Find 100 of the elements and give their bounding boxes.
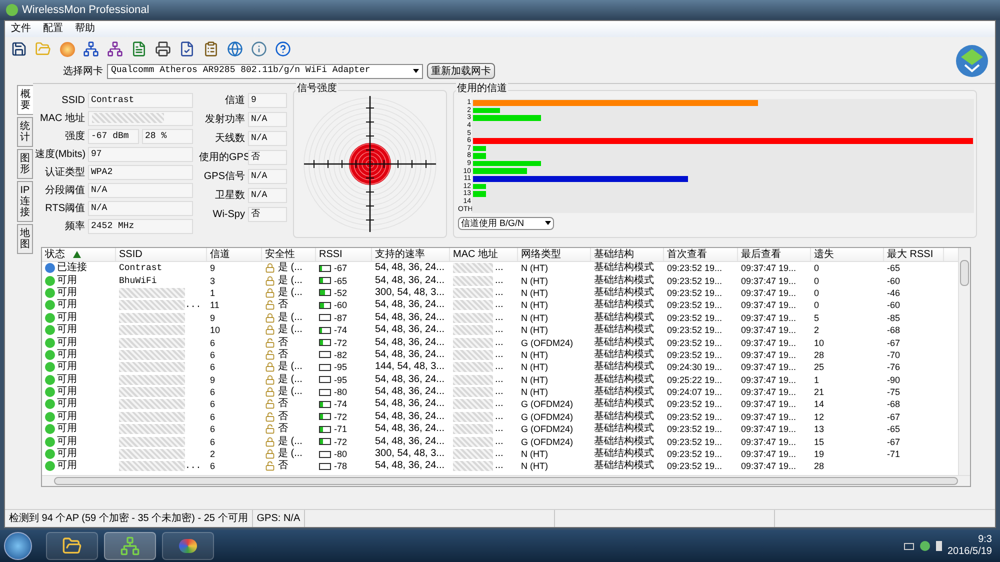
table-cell: 09:23:52 19... bbox=[667, 348, 722, 361]
column-header[interactable]: 最大 RSSI bbox=[884, 248, 944, 261]
scrollbar-thumb[interactable] bbox=[54, 477, 958, 485]
table-cell: -70 bbox=[887, 348, 900, 361]
table-cell: 基础结构模式 bbox=[594, 274, 654, 287]
table-row[interactable]: 可用 BhuWiFi 3 是 (... -65 54, 48, 36, 24... ... N (HT) 基础结构模式 09:23:52 19... 09:37:47 19... 0 -60 bbox=[42, 274, 958, 287]
table-cell: 否 bbox=[278, 410, 288, 423]
table-cell: 6 bbox=[210, 336, 216, 349]
info-icon bbox=[251, 41, 267, 57]
column-header[interactable]: 遗失 bbox=[811, 248, 884, 261]
menu-item[interactable]: 配置 bbox=[37, 22, 69, 36]
column-header[interactable]: MAC 地址 bbox=[450, 248, 518, 261]
table-cell: 可用 bbox=[57, 324, 77, 336]
column-header[interactable]: 网络类型 bbox=[518, 248, 591, 261]
table-cell: -87 bbox=[334, 312, 348, 324]
table-cell: ... bbox=[495, 374, 504, 386]
redacted-block bbox=[453, 312, 493, 323]
side-tab[interactable]: 概要 bbox=[17, 85, 33, 115]
table-cell: 54, 48, 36, 24... bbox=[375, 398, 444, 410]
channel-filter-dropdown[interactable]: 信道使用 B/G/N bbox=[458, 216, 554, 230]
column-header[interactable]: 支持的速率 bbox=[372, 248, 450, 261]
table-row[interactable]: 可用 6 是 (... -72 54, 48, 36, 24... ... G (OFDM24) 基础结构模式 09:23:52 19... 09:37:47 19... 15 -67 bbox=[42, 435, 958, 448]
scrollbar-thumb[interactable] bbox=[960, 260, 969, 286]
toolbar-button[interactable] bbox=[81, 39, 101, 59]
table-cell: 54, 48, 36, 24... bbox=[375, 324, 444, 336]
table-cell: 基础结构模式 bbox=[594, 336, 654, 349]
table-cell: -65 bbox=[887, 423, 900, 436]
table-row[interactable]: 可用 6 否 -74 54, 48, 36, 24... ... G (OFDM24) 基础结构模式 09:23:52 19... 09:37:47 19... 14 -68 bbox=[42, 398, 958, 411]
toolbar-button[interactable] bbox=[105, 39, 125, 59]
printer-icon bbox=[155, 41, 171, 57]
side-tab[interactable]: 图形 bbox=[17, 149, 33, 179]
value-field: N/A bbox=[248, 168, 287, 184]
table-row[interactable]: 已连接 Contrast 9 是 (... -67 54, 48, 36, 24... ... N (HT) 基础结构模式 09:23:52 19... 09:37:47 19... 0 -65 bbox=[42, 262, 958, 274]
table-row[interactable]: 可用 6 是 (... -95 144, 54, 48, 3... ... N (HT) 基础结构模式 09:24:30 19... 09:37:47 19... 25 -76 bbox=[42, 361, 958, 374]
table-row[interactable]: 可用 6 否 -82 54, 48, 36, 24... ... N (HT) 基础结构模式 09:23:52 19... 09:37:47 19... 28 -70 bbox=[42, 348, 958, 362]
table-row[interactable]: 可用 9 是 (... -95 54, 48, 36, 24... ... N (HT) 基础结构模式 09:25:22 19... 09:37:47 19... 1 -90 bbox=[42, 374, 958, 386]
table-cell: 1 bbox=[814, 374, 820, 386]
globe-icon bbox=[227, 41, 243, 57]
table-cell: 是 (... bbox=[278, 361, 302, 374]
redacted-block bbox=[453, 374, 493, 385]
reload-adapter-button[interactable]: 重新加载网卡 bbox=[427, 63, 495, 79]
table-cell: 基础结构模式 bbox=[594, 299, 654, 312]
column-header[interactable]: 信道 bbox=[207, 248, 262, 261]
field-label: MAC 地址 bbox=[39, 112, 85, 126]
table-cell: 是 (... bbox=[278, 274, 302, 287]
table-cell: 2 bbox=[814, 324, 820, 336]
column-header[interactable]: 首次查看 bbox=[664, 248, 738, 261]
table-cell: N (HT) bbox=[521, 312, 548, 324]
caret-icon bbox=[413, 69, 419, 73]
table-row[interactable]: 可用 ... 6 否 -78 54, 48, 36, 24... ... N (HT) 基础结构模式 09:23:52 19... 09:37:47 19... 28 bbox=[42, 460, 958, 473]
table-row[interactable]: 可用 6 否 -72 54, 48, 36, 24... ... G (OFDM24) 基础结构模式 09:23:52 19... 09:37:47 19... 10 -67 bbox=[42, 336, 958, 349]
table-cell: 11 bbox=[210, 299, 220, 312]
table-cell: 13 bbox=[814, 423, 824, 436]
toolbar-button[interactable] bbox=[273, 39, 293, 59]
column-header[interactable]: SSID bbox=[116, 248, 207, 261]
horizontal-scrollbar[interactable] bbox=[42, 475, 970, 486]
table-row[interactable]: 可用 6 否 -71 54, 48, 36, 24... ... G (OFDM24) 基础结构模式 09:23:52 19... 09:37:47 19... 13 -65 bbox=[42, 423, 958, 436]
side-tab[interactable]: IP 连接 bbox=[17, 181, 33, 222]
taskbar-app-icon[interactable] bbox=[104, 532, 156, 560]
table-row[interactable]: 可用 ... 11 否 -60 54, 48, 36, 24... ... N (HT) 基础结构模式 09:23:52 19... 09:37:47 19... 0 -60 bbox=[42, 299, 958, 312]
column-header[interactable]: RSSI bbox=[316, 248, 372, 261]
column-header[interactable]: 安全性 bbox=[262, 248, 316, 261]
clock-date: 2016/5/19 bbox=[948, 546, 992, 558]
side-tab[interactable]: 统计 bbox=[17, 117, 33, 147]
adapter-dropdown[interactable]: Qualcomm Atheros AR9285 802.11b/g/n WiFi Adapter bbox=[107, 64, 423, 78]
start-button[interactable] bbox=[4, 532, 32, 560]
table-row[interactable]: 可用 9 是 (... -87 54, 48, 36, 24... ... N (HT) 基础结构模式 09:23:52 19... 09:37:47 19... 5 -85 bbox=[42, 312, 958, 324]
table-row[interactable]: 可用 10 是 (... -74 54, 48, 36, 24... ... N (HT) 基础结构模式 09:23:52 19... 09:37:47 19... 2 -68 bbox=[42, 324, 958, 336]
menu-item[interactable]: 文件 bbox=[5, 22, 37, 36]
table-row[interactable]: 可用 1 是 (... -52 300, 54, 48, 3... ... N (HT) 基础结构模式 09:23:52 19... 09:37:47 19... 0 -46 bbox=[42, 286, 958, 300]
table-row[interactable]: 可用 6 否 -72 54, 48, 36, 24... ... G (OFDM24) 基础结构模式 09:23:52 19... 09:37:47 19... 12 -67 bbox=[42, 410, 958, 424]
toolbar-button[interactable] bbox=[225, 39, 245, 59]
vertical-scrollbar[interactable] bbox=[958, 248, 970, 475]
value-field: 否 bbox=[248, 150, 287, 164]
table-cell: 基础结构模式 bbox=[594, 348, 654, 361]
palette-icon bbox=[179, 539, 197, 553]
table-cell: N (HT) bbox=[521, 361, 548, 374]
menu-item[interactable]: 帮助 bbox=[69, 22, 101, 36]
table-cell: Contrast bbox=[119, 262, 162, 274]
table-cell: 09:37:47 19... bbox=[741, 274, 796, 287]
side-tab[interactable]: 地图 bbox=[17, 224, 33, 254]
status-bar-text: 检测到 94 个AP (59 个加密 - 35 个未加密) - 25 个可用 bbox=[5, 510, 253, 527]
redacted-block bbox=[453, 399, 493, 410]
table-cell: G (OFDM24) bbox=[521, 336, 574, 349]
table-cell: 09:23:52 19... bbox=[667, 274, 722, 287]
table-cell: 54, 48, 36, 24... bbox=[375, 312, 444, 324]
table-cell: -68 bbox=[887, 398, 900, 410]
table-row[interactable]: 可用 6 是 (... -80 54, 48, 36, 24... ... N (HT) 基础结构模式 09:24:07 19... 09:37:47 19... 21 -75 bbox=[42, 386, 958, 398]
column-header[interactable]: 基础结构 bbox=[591, 248, 664, 261]
table-cell: 基础结构模式 bbox=[594, 286, 654, 299]
table-cell: 09:23:52 19... bbox=[667, 299, 722, 312]
table-row[interactable]: 可用 2 是 (... -80 300, 54, 48, 3... ... N (HT) 基础结构模式 09:23:52 19... 09:37:47 19... 19 -71 bbox=[42, 448, 958, 460]
column-header[interactable]: 最后查看 bbox=[738, 248, 811, 261]
table-cell: 基础结构模式 bbox=[594, 398, 654, 410]
redacted-block bbox=[453, 436, 493, 447]
table-cell: 可用 bbox=[57, 286, 77, 299]
taskbar-app-icon[interactable] bbox=[46, 532, 98, 560]
caret-icon bbox=[545, 221, 551, 226]
taskbar-app-icon[interactable] bbox=[162, 532, 214, 560]
toolbar-button[interactable] bbox=[153, 39, 173, 59]
